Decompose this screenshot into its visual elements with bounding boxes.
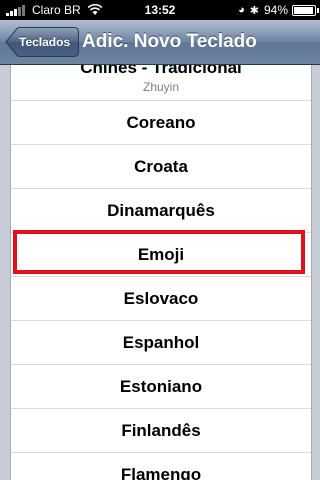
list-item[interactable]: Croata xyxy=(11,145,311,189)
list-item-label: Croata xyxy=(134,156,188,176)
battery-icon xyxy=(292,4,319,16)
status-bar: Claro BR 13:52 ◕ ✱ 94% xyxy=(0,0,320,20)
list-item[interactable]: Espanhol xyxy=(11,321,311,365)
list-item-label: Finlandês xyxy=(121,420,201,440)
keyboard-list-container[interactable]: Chinês - Tradicional Zhuyin Coreano Croata D… xyxy=(0,65,320,480)
list-item-label: Eslovaco xyxy=(123,288,199,308)
list-item-label: Estoniano xyxy=(119,376,203,396)
list-item[interactable]: Eslovaco xyxy=(11,277,311,321)
list-item[interactable]: Estoniano xyxy=(11,365,311,409)
bluetooth-icon: ✱ xyxy=(249,4,259,17)
page-title: Adic. Novo Teclado xyxy=(82,31,257,52)
list-item-label: Dinamarquês xyxy=(107,200,215,220)
list-item-label: Chinês - Tradicional xyxy=(80,65,242,77)
list-item[interactable]: Emoji xyxy=(11,233,311,277)
back-button[interactable]: Teclados xyxy=(5,27,79,57)
back-button-label: Teclados xyxy=(19,35,71,49)
list-item[interactable]: Flamengo xyxy=(11,453,311,480)
list-item-label: Espanhol xyxy=(122,332,200,352)
list-item-label: Coreano xyxy=(126,112,196,132)
list-item-label: Emoji xyxy=(137,244,185,264)
status-right: ◕ ✱ 94% xyxy=(238,3,319,17)
list-item[interactable]: Finlandês xyxy=(11,409,311,453)
list-item[interactable]: Coreano xyxy=(11,101,311,145)
battery-fill xyxy=(294,6,313,14)
keyboard-list: Chinês - Tradicional Zhuyin Coreano Croata D… xyxy=(10,65,312,480)
list-item-subtitle: Zhuyin xyxy=(142,79,180,94)
list-item[interactable]: Chinês - Tradicional Zhuyin xyxy=(11,65,311,101)
lock-rotation-icon: ◕ xyxy=(238,4,245,16)
list-item-label: Flamengo xyxy=(120,464,202,480)
list-item[interactable]: Dinamarquês xyxy=(11,189,311,233)
navigation-bar: Teclados Adic. Novo Teclado xyxy=(0,20,320,65)
battery-percent: 94% xyxy=(263,3,288,17)
